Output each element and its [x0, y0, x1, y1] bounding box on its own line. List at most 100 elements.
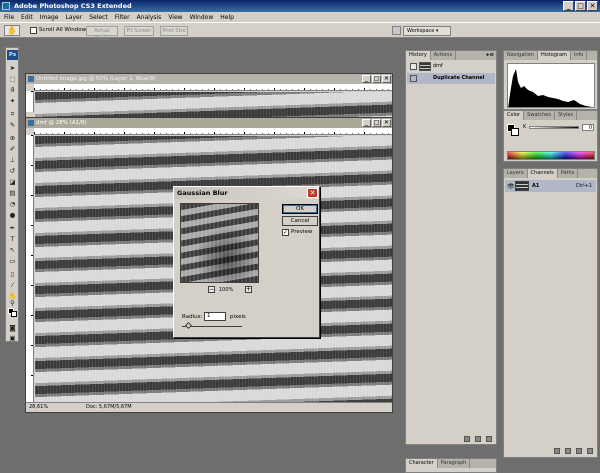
document-close-button[interactable]: ✕ [382, 119, 391, 127]
radius-slider-thumb[interactable] [184, 321, 193, 330]
k-channel-value[interactable]: 0 [582, 124, 594, 131]
tab-layers[interactable]: Layers [504, 169, 528, 178]
preview-checkbox[interactable]: ✓ [282, 229, 289, 236]
zoom-level[interactable]: 28,61% [29, 403, 48, 412]
panel-menu-icon[interactable]: ▸≡ [487, 52, 494, 58]
history-panel-actions [464, 436, 492, 442]
hand-tool-preset-icon[interactable]: ✋ [4, 25, 20, 36]
new-channel-icon[interactable] [576, 448, 582, 454]
cancel-button[interactable]: Cancel [282, 216, 318, 226]
pen-tool-icon[interactable]: ✒ [8, 224, 17, 232]
color-background-swatch[interactable] [511, 128, 519, 136]
marquee-tool-icon[interactable]: ⬚ [8, 75, 17, 83]
radius-input[interactable]: 1 [204, 312, 226, 321]
tab-info[interactable]: Info [571, 51, 588, 60]
zoom-in-button[interactable]: + [245, 286, 252, 293]
tab-styles[interactable]: Styles [555, 111, 578, 120]
visibility-eye-icon[interactable]: 👁 [507, 183, 515, 190]
menu-select[interactable]: Select [89, 14, 108, 21]
save-selection-icon[interactable] [565, 448, 571, 454]
history-state-row[interactable]: Duplicate Channel [407, 73, 495, 84]
k-channel-slider[interactable] [529, 126, 579, 129]
menu-edit[interactable]: Edit [21, 14, 33, 21]
trash-icon[interactable] [486, 436, 492, 442]
color-spectrum-ramp[interactable] [507, 151, 595, 160]
tab-swatches[interactable]: Swatches [524, 111, 555, 120]
type-tool-icon[interactable]: T [8, 235, 17, 243]
magic-wand-tool-icon[interactable]: ✦ [8, 97, 17, 105]
tab-channels[interactable]: Channels [527, 169, 558, 178]
radius-unit-label: pixels [230, 314, 246, 320]
notes-tool-icon[interactable]: ▯ [8, 270, 17, 278]
new-snapshot-icon[interactable] [475, 436, 481, 442]
eraser-tool-icon[interactable]: ◪ [8, 178, 17, 186]
path-selection-tool-icon[interactable]: ↖ [8, 246, 17, 254]
menu-help[interactable]: Help [220, 14, 234, 21]
doc-size-info[interactable]: Doc: 5,67M/5,67M [86, 403, 132, 412]
document-window-untitled[interactable]: Untitled image.jpg @ 50% (Layer 1, Blue/… [25, 73, 393, 123]
fit-screen-button[interactable]: Fit Screen [124, 26, 154, 36]
tab-history[interactable]: History [406, 51, 431, 60]
move-tool-icon[interactable]: ➤ [8, 64, 17, 72]
channel-row[interactable]: 👁 A1 Ctrl+1 [505, 180, 596, 192]
document-titlebar[interactable]: Untitled image.jpg @ 50% (Layer 1, Blue/… [26, 74, 392, 84]
history-brush-source-icon[interactable] [410, 63, 417, 70]
screen-mode-icon[interactable]: ▣ [8, 334, 17, 342]
document-maximize-button[interactable]: □ [372, 119, 381, 127]
background-color-swatch[interactable] [11, 311, 17, 317]
crop-tool-icon[interactable]: ⌗ [8, 110, 17, 118]
lasso-tool-icon[interactable]: ϑ [8, 86, 17, 94]
ok-button[interactable]: OK [282, 204, 318, 214]
tab-navigation[interactable]: Navigation [504, 51, 538, 60]
bridge-icon[interactable] [392, 26, 401, 35]
document-minimize-button[interactable]: _ [362, 119, 371, 127]
zoom-tool-icon[interactable]: ⚲ [8, 299, 17, 307]
document-minimize-button[interactable]: _ [362, 75, 371, 83]
vertical-ruler [26, 135, 34, 402]
zoom-out-button[interactable]: − [208, 286, 215, 293]
healing-brush-tool-icon[interactable]: ⊕ [8, 134, 17, 142]
gaussian-blur-dialog: Gaussian Blur ✕ − 100% + OK Cancel ✓ Pre… [173, 186, 320, 338]
minimize-button[interactable]: _ [563, 1, 574, 11]
tab-paths[interactable]: Paths [558, 169, 579, 178]
blur-preview[interactable] [180, 203, 259, 283]
clone-stamp-tool-icon[interactable]: ⊥ [8, 156, 17, 164]
blur-tool-icon[interactable]: ◔ [8, 200, 17, 208]
maximize-button[interactable]: □ [575, 1, 586, 11]
character-panel: Character Paragraph [405, 458, 497, 473]
history-snapshot-row[interactable]: dmf [407, 61, 495, 72]
history-brush-tool-icon[interactable]: ↺ [8, 167, 17, 175]
dialog-close-button[interactable]: ✕ [307, 188, 318, 198]
menu-view[interactable]: View [168, 14, 182, 21]
quick-mask-icon[interactable]: ◙ [8, 324, 17, 332]
tab-paragraph[interactable]: Paragraph [438, 459, 471, 468]
menu-analysis[interactable]: Analysis [137, 14, 162, 21]
eyedropper-tool-icon[interactable]: ⁄ [8, 281, 17, 289]
scroll-all-windows-checkbox[interactable] [30, 27, 37, 34]
dodge-tool-icon[interactable]: ● [8, 211, 17, 219]
menu-window[interactable]: Window [190, 14, 214, 21]
gradient-tool-icon[interactable]: ▤ [8, 189, 17, 197]
document-maximize-button[interactable]: □ [372, 75, 381, 83]
tab-actions[interactable]: Actions [431, 51, 457, 60]
tab-character[interactable]: Character [406, 459, 438, 468]
menu-image[interactable]: Image [40, 14, 59, 21]
shape-tool-icon[interactable]: ▭ [8, 257, 17, 265]
slice-tool-icon[interactable]: ✎ [8, 121, 17, 129]
close-button[interactable]: ✕ [587, 1, 598, 11]
actual-pixels-button[interactable]: Actual Pixels [86, 26, 118, 42]
menu-filter[interactable]: Filter [115, 14, 130, 21]
new-document-from-state-icon[interactable] [464, 436, 470, 442]
workspace-dropdown[interactable]: Workspace ▾ [403, 26, 451, 36]
trash-icon[interactable] [587, 448, 593, 454]
dialog-titlebar[interactable]: Gaussian Blur ✕ [174, 187, 319, 199]
brush-tool-icon[interactable]: ✐ [8, 145, 17, 153]
tab-color[interactable]: Color [504, 111, 525, 120]
tab-histogram[interactable]: Histogram [537, 51, 571, 60]
document-close-button[interactable]: ✕ [382, 75, 391, 83]
print-size-button[interactable]: Print Size [160, 26, 188, 36]
load-selection-icon[interactable] [554, 448, 560, 454]
document-titlebar[interactable]: dmf @ 28% (A1/8) _ □ ✕ [26, 118, 392, 128]
menu-layer[interactable]: Layer [65, 14, 82, 21]
menu-file[interactable]: File [4, 14, 14, 21]
